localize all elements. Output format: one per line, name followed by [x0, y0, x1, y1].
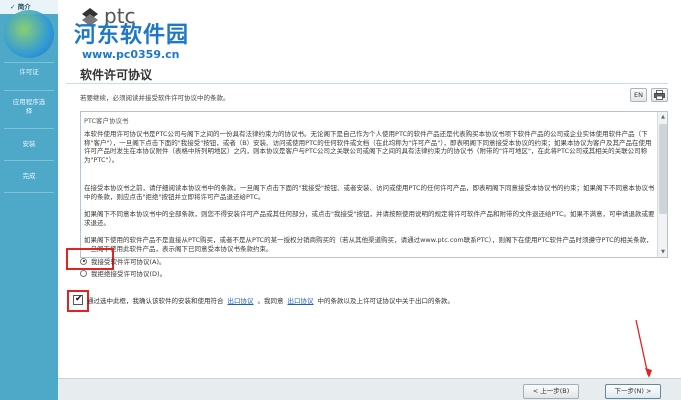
footer-bar: [58, 378, 681, 400]
divider: [4, 192, 54, 193]
export-check-row: ✔ 通过选中此框，我确认该软件的安装和使用符合 出口协议 。我同意 出口协议 中的条款以…: [73, 294, 455, 305]
divider: [4, 128, 54, 129]
scroll-up-icon[interactable]: ▲: [659, 113, 667, 121]
license-paragraph: 如果阁下使用的软件产品不是直接从PTC购买，或者不是从PTC的某一授权分销商购买…: [84, 236, 653, 253]
sidebar-item-license[interactable]: 许可证: [0, 68, 58, 77]
page-title: 软件许可协议: [80, 68, 153, 82]
print-button[interactable]: [651, 88, 668, 102]
divider: [4, 90, 54, 91]
accept-radio-row[interactable]: 我接受软件许可协议(A)。: [80, 256, 166, 266]
sidebar-item-install[interactable]: 安装: [0, 140, 58, 149]
export-checkbox[interactable]: ✔: [73, 294, 83, 305]
license-textbox[interactable]: PTC客户协议书 本软件使用许可协议书是PTC公司与阁下之间的一份具有法律约束力…: [80, 111, 668, 258]
divider: [4, 160, 54, 161]
license-paragraph: 本软件使用许可协议书是PTC公司与阁下之间的一份具有法律约束力的协议书。无论阁下…: [84, 130, 652, 164]
accept-label: 我接受软件许可协议(A)。: [91, 258, 166, 266]
watermark-logo-icon: [4, 10, 54, 58]
scroll-down-icon[interactable]: ▼: [659, 248, 667, 256]
instruction-text: 若要继续，必须阅读并接受软件许可协议中的条款。: [80, 94, 230, 102]
decline-radio[interactable]: [80, 269, 87, 277]
license-heading: PTC客户协议书: [84, 117, 129, 125]
export-text: 通过选中此框，我确认该软件的安装和使用符合: [87, 297, 224, 305]
watermark-title: 河东软件园: [74, 23, 190, 48]
decline-label: 我拒绝接受许可协议(D)。: [91, 270, 167, 278]
decline-radio-row[interactable]: 我拒绝接受许可协议(D)。: [80, 268, 166, 278]
export-agreement-link[interactable]: 出口协议: [228, 295, 254, 305]
divider: [4, 62, 54, 63]
accept-radio[interactable]: [80, 257, 87, 265]
sidebar-item-app-select[interactable]: 应用程序选择: [0, 98, 58, 116]
scroll-thumb[interactable]: [659, 124, 667, 214]
title-divider: [66, 83, 668, 84]
check-icon: ✓: [10, 3, 18, 11]
export-text: 中的条款以及上许可证协议中关于出口的条款。: [317, 297, 455, 305]
checkmark-icon: ✔: [75, 294, 83, 304]
printer-icon: [654, 90, 665, 100]
watermark-url: www.pc0359.cn: [82, 48, 180, 61]
next-button[interactable]: 下一步(N) >: [605, 384, 661, 399]
license-paragraph: 如果阁下不同意本协议书中的全部条款，则您不得安装许可产品或其任何部分，或点击"我…: [84, 210, 655, 227]
export-agreement-link-2[interactable]: 出口协议: [288, 295, 314, 305]
sidebar: ✓ 简介 许可证 应用程序选择 安装 完成: [0, 0, 58, 400]
export-text: 。我同意: [257, 297, 284, 305]
language-button[interactable]: EN: [630, 88, 647, 102]
sidebar-item-finish[interactable]: 完成: [0, 172, 58, 181]
back-button[interactable]: < 上一步(B): [523, 384, 579, 399]
license-scrollbar[interactable]: ▲ ▼: [657, 112, 667, 257]
license-paragraph: 在接受本协议书之前，请仔细阅读本协议书中的条款。一旦阁下点击下面的"我接受"按钮…: [84, 184, 655, 201]
